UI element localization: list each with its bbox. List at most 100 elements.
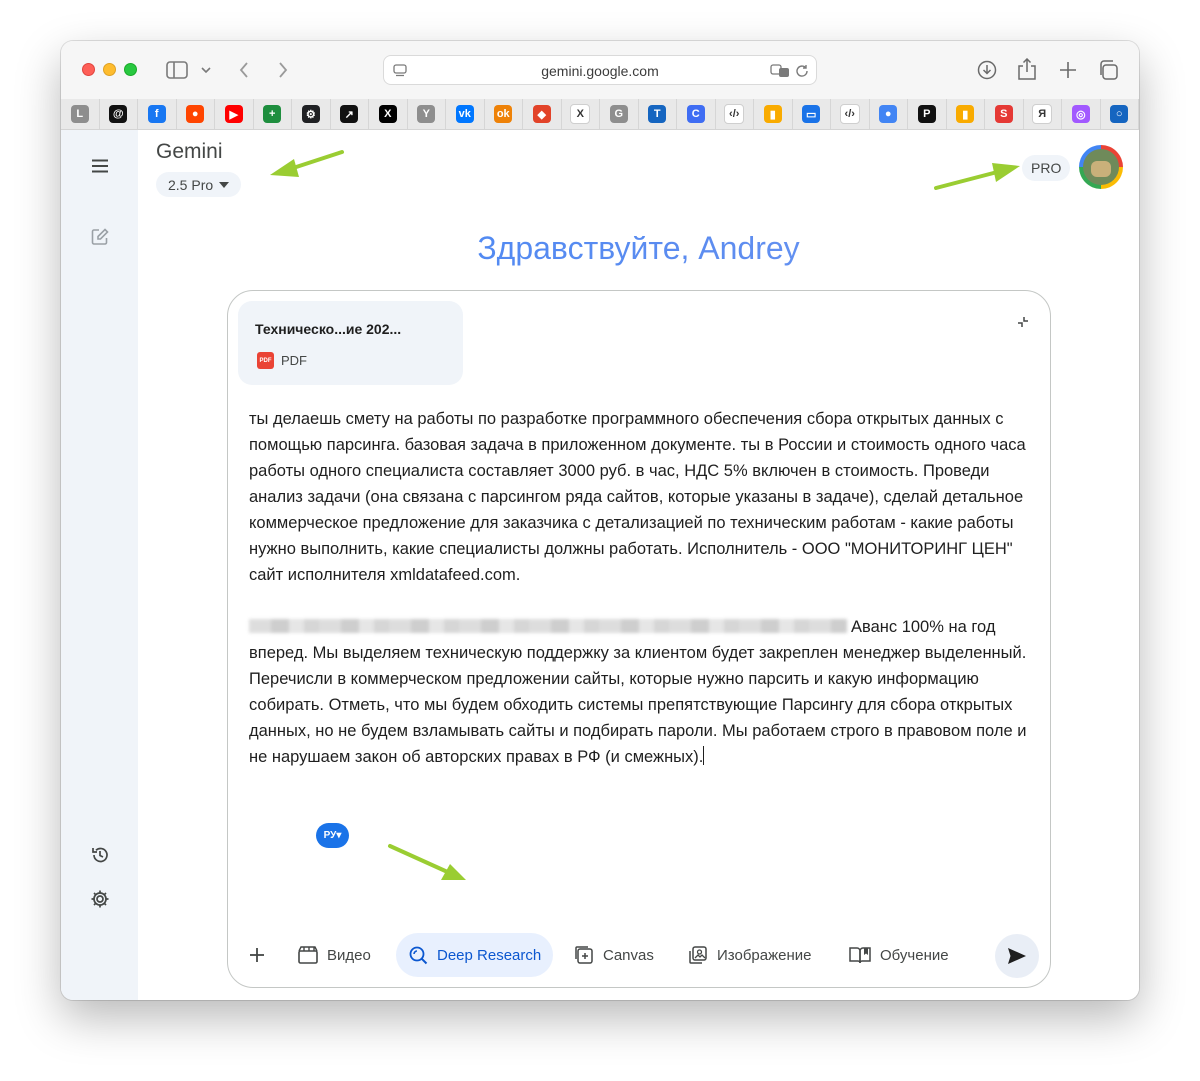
favorite-code-icon-2[interactable]: ‹/› bbox=[831, 99, 870, 129]
image-gallery-icon bbox=[689, 946, 707, 964]
favorite-sheets[interactable]: + bbox=[254, 99, 292, 129]
new-chat-icon[interactable] bbox=[87, 224, 113, 250]
close-window-button[interactable] bbox=[82, 63, 95, 76]
gemini-main: Gemini 2.5 Pro PRO Здравствуйте, Andrey … bbox=[138, 130, 1139, 1000]
analytics-icon: ▮ bbox=[763, 105, 782, 123]
input-language-pill[interactable]: РУ▾ bbox=[316, 823, 349, 848]
favorite-reddit[interactable]: ● bbox=[177, 99, 215, 129]
circle-blue-icon: ○ bbox=[1110, 105, 1129, 123]
menu-icon[interactable] bbox=[87, 153, 113, 179]
favorite-circle-blue[interactable]: ○ bbox=[1101, 99, 1139, 129]
image-tool-label: Изображение bbox=[717, 946, 812, 964]
add-attachment-button[interactable] bbox=[248, 933, 266, 977]
youtube-icon: ▶ bbox=[224, 105, 243, 123]
favorite-window[interactable]: ▭ bbox=[793, 99, 831, 129]
favorite-analytics[interactable]: ▮ bbox=[754, 99, 793, 129]
favorite-gear-bookmark[interactable]: ⚙ bbox=[292, 99, 331, 129]
zoom-window-button[interactable] bbox=[124, 63, 137, 76]
favorite-letter-y[interactable]: Y bbox=[408, 99, 446, 129]
favorite-threads[interactable]: @ bbox=[100, 99, 138, 129]
reload-icon[interactable] bbox=[793, 62, 811, 80]
tools-bar: Видео Deep Research Canvas Изображение О… bbox=[228, 933, 1050, 978]
book-icon bbox=[849, 947, 871, 964]
canvas-tool-button[interactable]: Canvas bbox=[574, 933, 654, 977]
history-icon[interactable] bbox=[87, 842, 113, 868]
canvas-tool-label: Canvas bbox=[603, 946, 654, 964]
canvas-icon bbox=[575, 946, 593, 964]
gemini-color-icon: ● bbox=[879, 105, 898, 123]
reddit-icon: ● bbox=[186, 105, 205, 123]
image-tool-button[interactable]: Изображение bbox=[688, 933, 812, 977]
vk-icon: vk bbox=[455, 105, 474, 123]
favorite-x[interactable]: X bbox=[369, 99, 408, 129]
favorite-code[interactable]: ‹/› bbox=[716, 99, 754, 129]
tab-overview-icon[interactable] bbox=[1096, 58, 1120, 82]
collapse-icon[interactable] bbox=[1016, 315, 1030, 334]
minimize-window-button[interactable] bbox=[103, 63, 116, 76]
c-icon: C bbox=[686, 105, 705, 123]
caret-down-icon bbox=[219, 181, 230, 188]
prompt-textarea[interactable]: ты делаешь смету на работы по разработке… bbox=[249, 406, 1034, 770]
favorite-youtube[interactable]: ▶ bbox=[215, 99, 254, 129]
learning-tool-button[interactable]: Обучение bbox=[849, 933, 949, 977]
deep-research-tool-button[interactable]: Deep Research bbox=[396, 933, 554, 977]
favorite-facebook[interactable]: f bbox=[138, 99, 177, 129]
file-type: PDF bbox=[281, 353, 307, 368]
downloads-icon[interactable] bbox=[975, 58, 999, 82]
avatar[interactable] bbox=[1079, 145, 1123, 189]
translate-icon[interactable] bbox=[769, 62, 791, 80]
plus-icon bbox=[250, 948, 264, 962]
favorite-analytics-icon-2[interactable]: ▮ bbox=[947, 99, 985, 129]
favorite-podcast[interactable]: ◎ bbox=[1062, 99, 1101, 129]
favorite-c[interactable]: C bbox=[677, 99, 716, 129]
odnoklassniki-icon: ok bbox=[494, 105, 513, 123]
favorite-black-square[interactable]: ↗ bbox=[331, 99, 369, 129]
video-tool-label: Видео bbox=[327, 946, 371, 964]
send-button[interactable] bbox=[995, 934, 1039, 978]
facebook-icon: f bbox=[147, 105, 166, 123]
favorite-letter-g[interactable]: G bbox=[600, 99, 639, 129]
threads-icon: @ bbox=[109, 105, 128, 123]
chevron-down-icon[interactable] bbox=[199, 62, 213, 78]
favorite-p-circle[interactable]: P bbox=[908, 99, 947, 129]
settings-gear-icon[interactable] bbox=[87, 886, 113, 912]
favorite-yandex[interactable]: Я bbox=[1024, 99, 1062, 129]
browser-toolbar: gemini.google.com bbox=[61, 41, 1139, 100]
letter-y-icon: Y bbox=[417, 105, 436, 123]
address-bar[interactable]: gemini.google.com bbox=[383, 55, 817, 85]
app-title: Gemini bbox=[156, 140, 223, 163]
send-icon bbox=[1008, 948, 1026, 964]
favorite-letter-t[interactable]: T bbox=[639, 99, 677, 129]
code-icon: ‹/› bbox=[724, 104, 745, 124]
favorite-vk[interactable]: vk bbox=[446, 99, 485, 129]
new-tab-icon[interactable] bbox=[1056, 58, 1080, 82]
x-icon: X bbox=[378, 105, 397, 123]
favorites-bar: L @ f ● ▶ + ⚙ ↗ X Yvk ok ◆ X G T C ‹/› ▮ ▭ ‹/› ● P ▮ S Я ◎ ○ bbox=[61, 99, 1139, 130]
prompt-paragraph-2: Аванс 100% на год вперед. Мы выделяем те… bbox=[249, 614, 1034, 770]
pro-badge: PRO bbox=[1022, 155, 1071, 181]
favorite-x-blue[interactable]: X bbox=[562, 99, 600, 129]
letter-t-icon: T bbox=[648, 105, 667, 123]
gemini-sidebar bbox=[61, 130, 138, 1000]
model-selector[interactable]: 2.5 Pro bbox=[156, 172, 242, 197]
share-icon[interactable] bbox=[1015, 56, 1039, 82]
favorite-gitlab[interactable]: ◆ bbox=[523, 99, 562, 129]
black-square-icon: ↗ bbox=[340, 105, 359, 123]
favorite-odnoklassniki[interactable]: ok bbox=[485, 99, 523, 129]
pdf-file-icon: PDF bbox=[257, 352, 274, 369]
prompt-input-card[interactable]: Техническо...ие 202... PDF PDF ты делаеш… bbox=[227, 290, 1051, 988]
avatar-photo bbox=[1083, 149, 1119, 185]
favorite-s-red[interactable]: S bbox=[985, 99, 1024, 129]
attached-file-chip[interactable]: Техническо...ие 202... PDF PDF bbox=[238, 301, 463, 385]
gitlab-icon: ◆ bbox=[532, 105, 551, 123]
learning-tool-label: Обучение bbox=[880, 946, 949, 964]
x-blue-icon: X bbox=[570, 104, 591, 124]
forward-icon[interactable] bbox=[272, 58, 294, 82]
sidebar-toggle-icon[interactable] bbox=[165, 58, 189, 82]
back-icon[interactable] bbox=[233, 58, 255, 82]
favorite-letter-l[interactable]: L bbox=[61, 99, 100, 129]
clapperboard-icon bbox=[298, 946, 318, 964]
video-tool-button[interactable]: Видео bbox=[298, 933, 371, 977]
favorite-gemini-color[interactable]: ● bbox=[870, 99, 908, 129]
deep-research-icon bbox=[409, 946, 428, 965]
